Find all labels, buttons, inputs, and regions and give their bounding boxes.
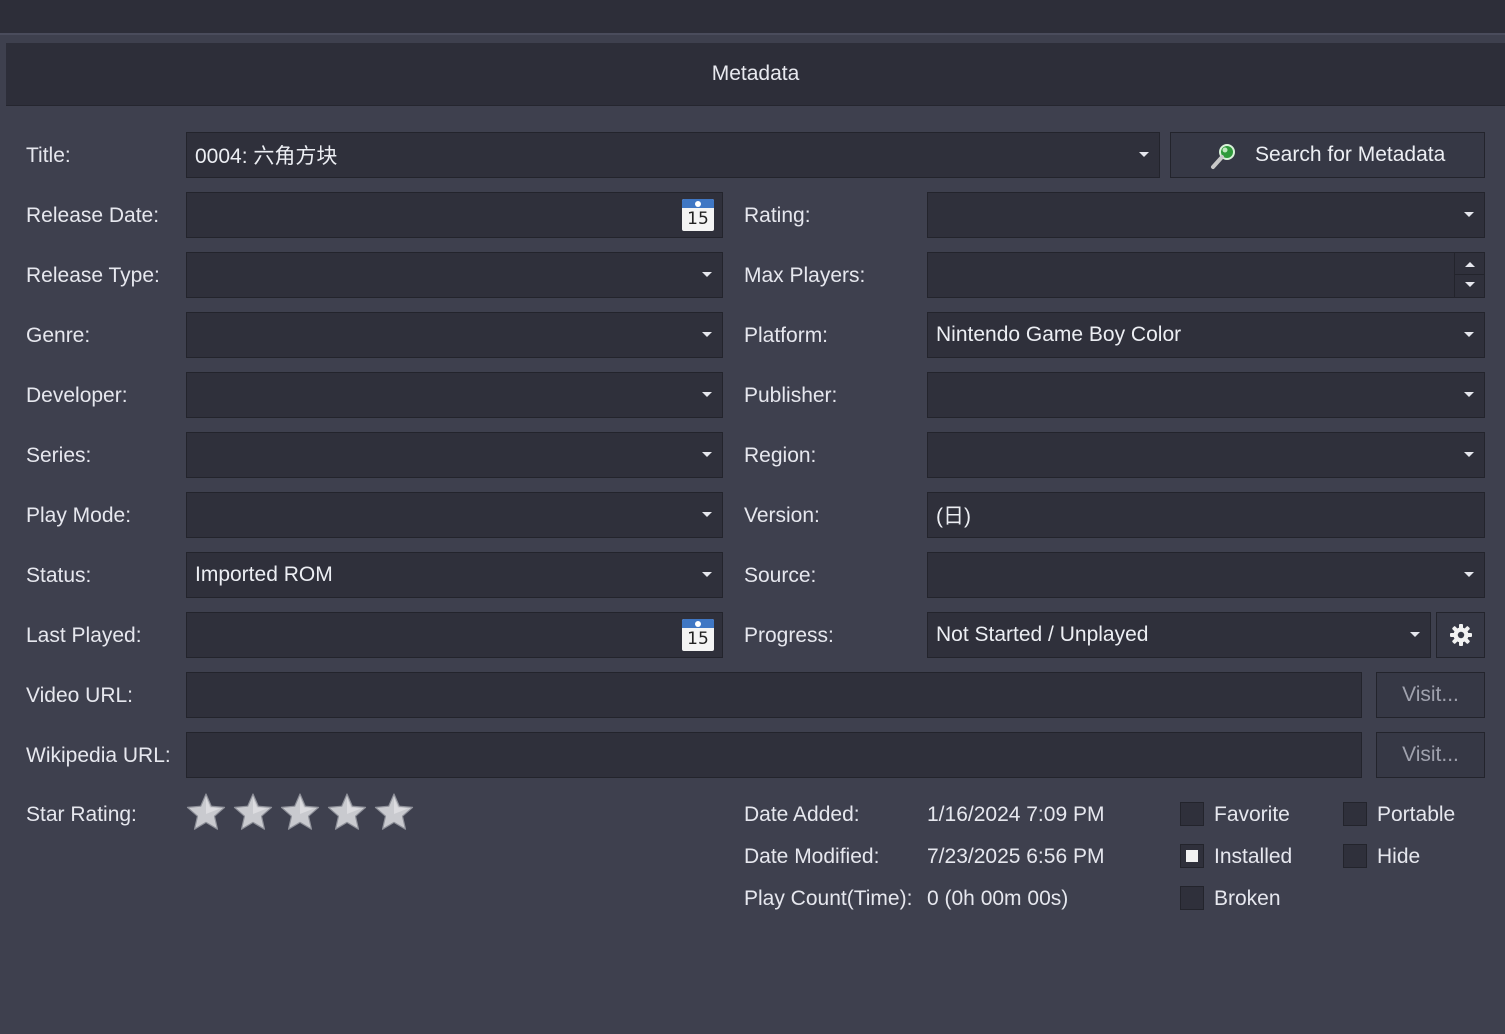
progress-dropdown[interactable]: Not Started / Unplayed xyxy=(927,612,1431,658)
chevron-down-icon[interactable] xyxy=(702,512,712,517)
panel-title: Metadata xyxy=(711,62,800,85)
search-metadata-button[interactable]: Search for Metadata xyxy=(1170,132,1485,178)
visit-video-label: Visit... xyxy=(1402,683,1459,706)
star-icon[interactable] xyxy=(280,792,320,832)
play-count-value: 0 (0h 00m 00s) xyxy=(927,887,1069,910)
search-metadata-label: Search for Metadata xyxy=(1255,143,1446,166)
release-type-label: Release Type: xyxy=(26,264,160,287)
portable-label[interactable]: Portable xyxy=(1377,800,1455,830)
star-icon[interactable] xyxy=(374,792,414,832)
progress-value: Not Started / Unplayed xyxy=(936,623,1149,646)
developer-label: Developer: xyxy=(26,384,128,407)
release-date-label: Release Date: xyxy=(26,204,160,227)
calendar-icon[interactable]: 15 xyxy=(682,619,714,651)
video-url-input[interactable] xyxy=(186,672,1362,718)
play-mode-dropdown[interactable] xyxy=(186,492,723,538)
visit-wikipedia-button[interactable]: Visit... xyxy=(1376,732,1485,778)
last-played-field[interactable]: 15 xyxy=(186,612,723,658)
chevron-down-icon[interactable] xyxy=(1139,152,1149,157)
window-top-bar xyxy=(0,0,1505,35)
genre-label: Genre: xyxy=(26,324,91,347)
chevron-down-icon[interactable] xyxy=(702,452,712,457)
source-dropdown[interactable] xyxy=(927,552,1485,598)
chevron-down-icon[interactable] xyxy=(1410,632,1420,637)
status-label: Status: xyxy=(26,564,92,587)
progress-label: Progress: xyxy=(744,624,834,647)
region-label: Region: xyxy=(744,444,817,467)
magnifier-icon xyxy=(1211,144,1235,169)
calendar-day: 15 xyxy=(687,209,709,229)
publisher-label: Publisher: xyxy=(744,384,838,407)
favorite-label[interactable]: Favorite xyxy=(1214,800,1290,830)
chevron-down-icon[interactable] xyxy=(702,332,712,337)
series-dropdown[interactable] xyxy=(186,432,723,478)
spin-buttons[interactable] xyxy=(1454,253,1484,297)
hide-checkbox[interactable] xyxy=(1343,844,1367,868)
progress-settings-button[interactable] xyxy=(1436,612,1485,658)
wikipedia-url-input[interactable] xyxy=(186,732,1362,778)
version-label: Version: xyxy=(744,504,820,527)
platform-label: Platform: xyxy=(744,324,829,347)
star-icon[interactable] xyxy=(186,792,226,832)
calendar-day: 15 xyxy=(687,629,709,649)
star-rating[interactable] xyxy=(186,792,414,836)
panel-header: Metadata xyxy=(6,43,1505,106)
chevron-down-icon[interactable] xyxy=(702,272,712,277)
date-added-value: 1/16/2024 7:09 PM xyxy=(927,803,1105,826)
developer-dropdown[interactable] xyxy=(186,372,723,418)
rating-label: Rating: xyxy=(744,204,811,227)
star-rating-label: Star Rating: xyxy=(26,803,137,826)
favorite-checkbox[interactable] xyxy=(1180,802,1204,826)
date-added-label: Date Added: xyxy=(744,803,860,826)
release-type-dropdown[interactable] xyxy=(186,252,723,298)
publisher-dropdown[interactable] xyxy=(927,372,1485,418)
star-icon[interactable] xyxy=(327,792,367,832)
video-url-label: Video URL: xyxy=(26,684,134,707)
status-value: Imported ROM xyxy=(195,563,333,586)
version-value: (日) xyxy=(936,505,971,528)
date-modified-label: Date Modified: xyxy=(744,845,880,868)
play-count-label: Play Count(Time): xyxy=(744,887,913,910)
genre-dropdown[interactable] xyxy=(186,312,723,358)
visit-wikipedia-label: Visit... xyxy=(1402,743,1459,766)
chevron-up-icon[interactable] xyxy=(1465,262,1475,267)
installed-checkbox[interactable] xyxy=(1180,844,1204,868)
hide-label[interactable]: Hide xyxy=(1377,842,1420,872)
chevron-down-icon[interactable] xyxy=(1464,332,1474,337)
max-players-stepper[interactable] xyxy=(927,252,1485,298)
rating-dropdown[interactable] xyxy=(927,192,1485,238)
portable-checkbox[interactable] xyxy=(1343,802,1367,826)
chevron-down-icon[interactable] xyxy=(1464,212,1474,217)
play-mode-label: Play Mode: xyxy=(26,504,132,527)
last-played-label: Last Played: xyxy=(26,624,142,647)
release-date-field[interactable]: 15 xyxy=(186,192,723,238)
gear-icon xyxy=(1449,624,1472,646)
source-label: Source: xyxy=(744,564,817,587)
date-modified-value: 7/23/2025 6:56 PM xyxy=(927,845,1105,868)
title-value: 0004: 六角方块 xyxy=(195,145,338,168)
platform-value: Nintendo Game Boy Color xyxy=(936,323,1182,346)
chevron-down-icon[interactable] xyxy=(702,392,712,397)
installed-label[interactable]: Installed xyxy=(1214,842,1292,872)
version-input[interactable]: (日) xyxy=(927,492,1485,538)
title-combobox[interactable]: 0004: 六角方块 xyxy=(186,132,1160,178)
series-label: Series: xyxy=(26,444,92,467)
status-dropdown[interactable]: Imported ROM xyxy=(186,552,723,598)
chevron-down-icon[interactable] xyxy=(1464,392,1474,397)
calendar-icon[interactable]: 15 xyxy=(682,199,714,231)
max-players-label: Max Players: xyxy=(744,264,866,287)
wikipedia-url-label: Wikipedia URL: xyxy=(26,744,171,767)
star-icon[interactable] xyxy=(233,792,273,832)
platform-dropdown[interactable]: Nintendo Game Boy Color xyxy=(927,312,1485,358)
chevron-down-icon[interactable] xyxy=(1464,452,1474,457)
title-label: Title: xyxy=(26,144,71,167)
visit-video-button[interactable]: Visit... xyxy=(1376,672,1485,718)
chevron-down-icon[interactable] xyxy=(702,572,712,577)
chevron-down-icon[interactable] xyxy=(1465,282,1475,287)
broken-checkbox[interactable] xyxy=(1180,886,1204,910)
chevron-down-icon[interactable] xyxy=(1464,572,1474,577)
region-dropdown[interactable] xyxy=(927,432,1485,478)
broken-label[interactable]: Broken xyxy=(1214,884,1281,914)
